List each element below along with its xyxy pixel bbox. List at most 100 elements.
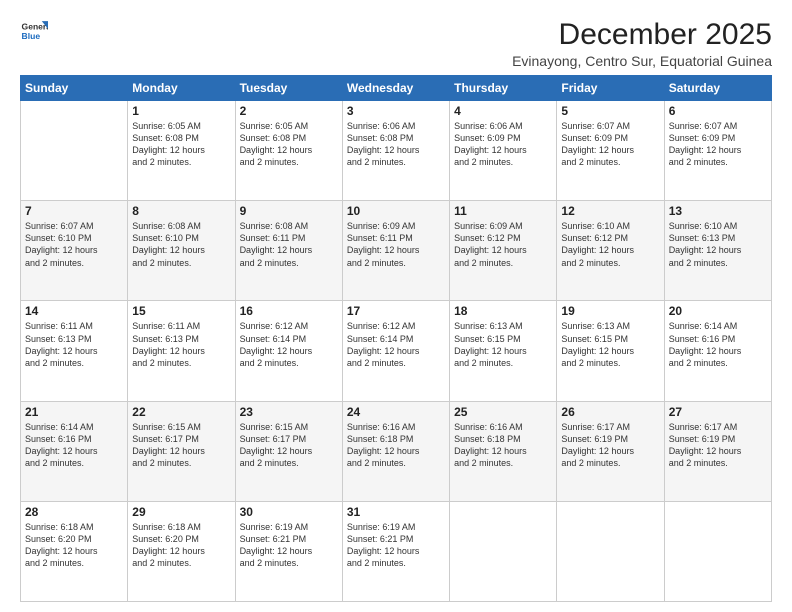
day-number: 23 — [240, 405, 338, 419]
day-number: 26 — [561, 405, 659, 419]
day-info: Sunrise: 6:05 AMSunset: 6:08 PMDaylight:… — [240, 120, 338, 169]
table-row: 15 Sunrise: 6:11 AMSunset: 6:13 PMDayligh… — [128, 301, 235, 401]
day-number: 15 — [132, 304, 230, 318]
header: General Blue December 2025 Evinayong, Ce… — [20, 18, 772, 69]
day-info: Sunrise: 6:12 AMSunset: 6:14 PMDaylight:… — [347, 320, 445, 369]
day-number: 11 — [454, 204, 552, 218]
logo-icon: General Blue — [20, 18, 48, 46]
calendar-row: 7Sunrise: 6:07 AMSunset: 6:10 PMDaylight… — [21, 201, 772, 301]
day-number: 3 — [347, 104, 445, 118]
table-row: 23 Sunrise: 6:15 AMSunset: 6:17 PMDayligh… — [235, 401, 342, 501]
table-row: 11 Sunrise: 6:09 AMSunset: 6:12 PMDayligh… — [450, 201, 557, 301]
header-row: Sunday Monday Tuesday Wednesday Thursday… — [21, 76, 772, 101]
table-row: 18 Sunrise: 6:13 AMSunset: 6:15 PMDayligh… — [450, 301, 557, 401]
logo: General Blue — [20, 18, 48, 46]
day-number: 30 — [240, 505, 338, 519]
table-row: 20Sunrise: 6:14 AMSunset: 6:16 PMDayligh… — [664, 301, 771, 401]
table-row — [664, 501, 771, 601]
table-row: 17 Sunrise: 6:12 AMSunset: 6:14 PMDayligh… — [342, 301, 449, 401]
day-info: Sunrise: 6:06 AMSunset: 6:09 PMDaylight:… — [454, 120, 552, 169]
day-number: 24 — [347, 405, 445, 419]
day-number: 19 — [561, 304, 659, 318]
day-number: 29 — [132, 505, 230, 519]
day-info: Sunrise: 6:09 AMSunset: 6:12 PMDaylight:… — [454, 220, 552, 269]
day-info: Sunrise: 6:12 AMSunset: 6:14 PMDaylight:… — [240, 320, 338, 369]
calendar-row: 28 Sunrise: 6:18 AMSunset: 6:20 PMDayligh… — [21, 501, 772, 601]
day-info: Sunrise: 6:13 AMSunset: 6:15 PMDaylight:… — [454, 320, 552, 369]
day-info: Sunrise: 6:07 AMSunset: 6:09 PMDaylight:… — [561, 120, 659, 169]
day-info: Sunrise: 6:15 AMSunset: 6:17 PMDaylight:… — [240, 421, 338, 470]
day-number: 9 — [240, 204, 338, 218]
day-number: 18 — [454, 304, 552, 318]
table-row: 31Sunrise: 6:19 AMSunset: 6:21 PMDayligh… — [342, 501, 449, 601]
day-info: Sunrise: 6:18 AMSunset: 6:20 PMDaylight:… — [25, 521, 123, 570]
day-number: 25 — [454, 405, 552, 419]
day-number: 31 — [347, 505, 445, 519]
day-info: Sunrise: 6:07 AMSunset: 6:10 PMDaylight:… — [25, 220, 123, 269]
day-info: Sunrise: 6:14 AMSunset: 6:16 PMDaylight:… — [25, 421, 123, 470]
day-number: 27 — [669, 405, 767, 419]
table-row: 7Sunrise: 6:07 AMSunset: 6:10 PMDaylight… — [21, 201, 128, 301]
col-wednesday: Wednesday — [342, 76, 449, 101]
day-info: Sunrise: 6:10 AMSunset: 6:13 PMDaylight:… — [669, 220, 767, 269]
col-thursday: Thursday — [450, 76, 557, 101]
table-row: 29 Sunrise: 6:18 AMSunset: 6:20 PMDayligh… — [128, 501, 235, 601]
table-row — [21, 101, 128, 201]
day-number: 4 — [454, 104, 552, 118]
table-row: 14 Sunrise: 6:11 AMSunset: 6:13 PMDayligh… — [21, 301, 128, 401]
day-info: Sunrise: 6:14 AMSunset: 6:16 PMDaylight:… — [669, 320, 767, 369]
table-row: 30Sunrise: 6:19 AMSunset: 6:21 PMDayligh… — [235, 501, 342, 601]
calendar-table: Sunday Monday Tuesday Wednesday Thursday… — [20, 75, 772, 602]
table-row: 24Sunrise: 6:16 AMSunset: 6:18 PMDayligh… — [342, 401, 449, 501]
day-info: Sunrise: 6:13 AMSunset: 6:15 PMDaylight:… — [561, 320, 659, 369]
day-info: Sunrise: 6:17 AMSunset: 6:19 PMDaylight:… — [561, 421, 659, 470]
table-row: 2 Sunrise: 6:05 AMSunset: 6:08 PMDaylight… — [235, 101, 342, 201]
table-row: 1Sunrise: 6:05 AMSunset: 6:08 PMDaylight… — [128, 101, 235, 201]
col-sunday: Sunday — [21, 76, 128, 101]
day-info: Sunrise: 6:11 AMSunset: 6:13 PMDaylight:… — [25, 320, 123, 369]
day-number: 17 — [347, 304, 445, 318]
day-number: 22 — [132, 405, 230, 419]
table-row: 5Sunrise: 6:07 AMSunset: 6:09 PMDaylight… — [557, 101, 664, 201]
calendar-row: 21Sunrise: 6:14 AMSunset: 6:16 PMDayligh… — [21, 401, 772, 501]
day-number: 12 — [561, 204, 659, 218]
svg-text:Blue: Blue — [22, 31, 41, 41]
day-number: 10 — [347, 204, 445, 218]
day-info: Sunrise: 6:05 AMSunset: 6:08 PMDaylight:… — [132, 120, 230, 169]
table-row: 12 Sunrise: 6:10 AMSunset: 6:12 PMDayligh… — [557, 201, 664, 301]
table-row: 4 Sunrise: 6:06 AMSunset: 6:09 PMDaylight… — [450, 101, 557, 201]
day-info: Sunrise: 6:16 AMSunset: 6:18 PMDaylight:… — [454, 421, 552, 470]
calendar-row: 1Sunrise: 6:05 AMSunset: 6:08 PMDaylight… — [21, 101, 772, 201]
table-row: 21Sunrise: 6:14 AMSunset: 6:16 PMDayligh… — [21, 401, 128, 501]
day-number: 14 — [25, 304, 123, 318]
table-row — [450, 501, 557, 601]
day-number: 8 — [132, 204, 230, 218]
table-row — [557, 501, 664, 601]
day-info: Sunrise: 6:18 AMSunset: 6:20 PMDaylight:… — [132, 521, 230, 570]
day-info: Sunrise: 6:17 AMSunset: 6:19 PMDaylight:… — [669, 421, 767, 470]
day-info: Sunrise: 6:15 AMSunset: 6:17 PMDaylight:… — [132, 421, 230, 470]
month-title: December 2025 — [512, 18, 772, 51]
day-number: 2 — [240, 104, 338, 118]
col-monday: Monday — [128, 76, 235, 101]
day-info: Sunrise: 6:10 AMSunset: 6:12 PMDaylight:… — [561, 220, 659, 269]
subtitle: Evinayong, Centro Sur, Equatorial Guinea — [512, 53, 772, 69]
title-block: December 2025 Evinayong, Centro Sur, Equ… — [512, 18, 772, 69]
table-row: 28 Sunrise: 6:18 AMSunset: 6:20 PMDayligh… — [21, 501, 128, 601]
table-row: 25 Sunrise: 6:16 AMSunset: 6:18 PMDayligh… — [450, 401, 557, 501]
table-row: 16Sunrise: 6:12 AMSunset: 6:14 PMDayligh… — [235, 301, 342, 401]
day-info: Sunrise: 6:09 AMSunset: 6:11 PMDaylight:… — [347, 220, 445, 269]
col-saturday: Saturday — [664, 76, 771, 101]
table-row: 19 Sunrise: 6:13 AMSunset: 6:15 PMDayligh… — [557, 301, 664, 401]
col-tuesday: Tuesday — [235, 76, 342, 101]
table-row: 3Sunrise: 6:06 AMSunset: 6:08 PMDaylight… — [342, 101, 449, 201]
table-row: 8Sunrise: 6:08 AMSunset: 6:10 PMDaylight… — [128, 201, 235, 301]
page: General Blue December 2025 Evinayong, Ce… — [0, 0, 792, 612]
table-row: 26 Sunrise: 6:17 AMSunset: 6:19 PMDayligh… — [557, 401, 664, 501]
table-row: 22 Sunrise: 6:15 AMSunset: 6:17 PMDayligh… — [128, 401, 235, 501]
day-info: Sunrise: 6:11 AMSunset: 6:13 PMDaylight:… — [132, 320, 230, 369]
day-number: 28 — [25, 505, 123, 519]
day-info: Sunrise: 6:07 AMSunset: 6:09 PMDaylight:… — [669, 120, 767, 169]
col-friday: Friday — [557, 76, 664, 101]
day-number: 13 — [669, 204, 767, 218]
